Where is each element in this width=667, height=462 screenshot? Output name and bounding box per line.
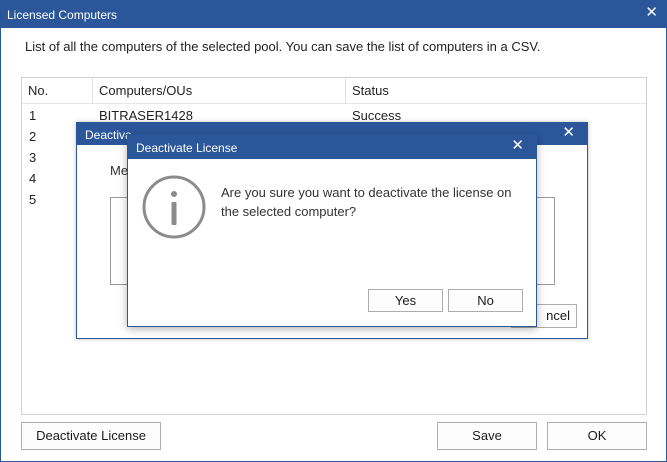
no-button[interactable]: No [448,289,523,312]
confirm-message: Are you sure you want to deactivate the … [221,185,512,219]
deactivate-license-button[interactable]: Deactivate License [21,422,161,450]
window-title: Licensed Computers [7,8,118,22]
column-header-no[interactable]: No. [22,78,92,104]
confirm-deactivate-dialog: Deactivate License ✕ Are you sure you wa… [127,134,537,327]
confirm-dialog-title-bar: Deactivate License ✕ [128,135,536,159]
row-number: 1 [29,108,37,123]
confirm-dialog-title: Deactivate License [136,141,238,155]
yes-button[interactable]: Yes [368,289,443,312]
row-number: 4 [29,171,37,186]
background-dialog-label: Me [110,163,129,178]
close-icon[interactable]: ✕ [645,4,658,22]
row-number: 2 [29,129,37,144]
table-header: No. Computers/OUs Status [22,78,646,104]
column-header-status[interactable]: Status [345,78,645,104]
close-icon[interactable]: ✕ [562,124,575,142]
ok-button[interactable]: OK [547,422,647,450]
background-dialog-title: Deactiva [85,128,132,142]
info-icon [142,175,206,239]
row-number: 5 [29,192,37,207]
column-header-computers[interactable]: Computers/OUs [92,78,345,104]
close-icon[interactable]: ✕ [511,137,524,155]
description-text: List of all the computers of the selecte… [25,39,541,54]
title-bar: Licensed Computers ✕ [1,1,666,28]
save-button[interactable]: Save [437,422,537,450]
row-number: 3 [29,150,37,165]
